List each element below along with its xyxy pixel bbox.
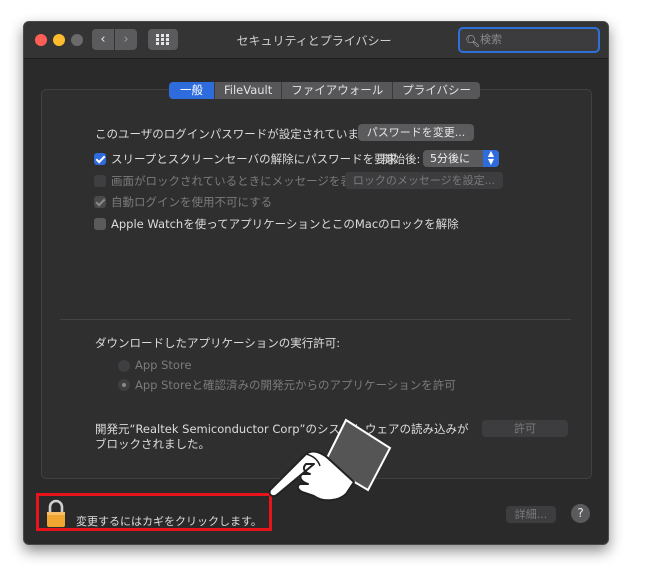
allow-button[interactable]: 許可 [482,420,568,437]
advanced-button[interactable]: 詳細... [506,506,556,523]
disable-autologin-checkbox[interactable] [94,196,106,208]
system-extension-message-line2: ブロックされました。 [95,437,210,451]
minimize-window-button[interactable] [53,34,65,46]
close-window-button[interactable] [35,34,47,46]
pointing-hand-icon [268,418,392,502]
apple-watch-label: Apple Watchを使ってアプリケーションとこのMacのロックを解除 [111,217,459,231]
search-icon: 🔍︎ [465,34,481,48]
back-button[interactable]: ‹ [92,29,114,50]
tab-bar: 一般 FileVault ファイアウォール プライバシー [169,82,481,99]
search-placeholder: 検索 [480,33,502,46]
start-delay-label: 開始後: [382,152,421,166]
window-title: セキュリティとプライバシー [236,34,392,48]
show-message-label: 画面がロックされているときにメッセージを表示 [111,174,364,188]
app-store-label: App Store [135,358,192,372]
tab-firewall[interactable]: ファイアウォール [282,82,394,99]
require-password-label: スリープとスクリーンセーバの解除にパスワードを要求 [111,152,398,166]
downloads-heading: ダウンロードしたアプリケーションの実行許可: [95,336,341,350]
title-bar: ‹ › セキュリティとプライバシー 🔍︎ 検索 [24,22,608,59]
password-delay-select[interactable]: 5分後に ▲ ▼ [423,150,499,167]
change-password-button[interactable]: パスワードを変更... [358,124,474,141]
highlight-box [36,493,272,531]
zoom-window-button[interactable] [71,34,83,46]
identified-developers-label: App Storeと確認済みの開発元からのアプリケーションを許可 [135,378,456,392]
app-store-radio[interactable] [118,360,130,372]
show-message-checkbox[interactable] [94,175,106,187]
tab-general[interactable]: 一般 [169,82,215,99]
section-divider [60,319,571,320]
password-status-text: このユーザのログインパスワードが設定されています [95,127,371,141]
apple-watch-checkbox[interactable] [94,218,106,230]
help-button[interactable]: ? [571,504,590,523]
tab-filevault[interactable]: FileVault [215,82,283,99]
password-delay-value: 5分後に [430,152,470,165]
tab-privacy[interactable]: プライバシー [393,82,481,99]
identified-developers-radio[interactable] [118,379,130,391]
show-all-grid-button[interactable] [148,29,178,50]
chevron-updown-icon: ▲ ▼ [483,150,499,167]
search-field[interactable]: 🔍︎ 検索 [458,27,600,53]
forward-button[interactable]: › [115,29,137,50]
set-lock-message-button[interactable]: ロックのメッセージを設定... [345,172,503,189]
disable-autologin-label: 自動ログインを使用不可にする [111,195,273,209]
require-password-checkbox[interactable] [94,153,106,165]
